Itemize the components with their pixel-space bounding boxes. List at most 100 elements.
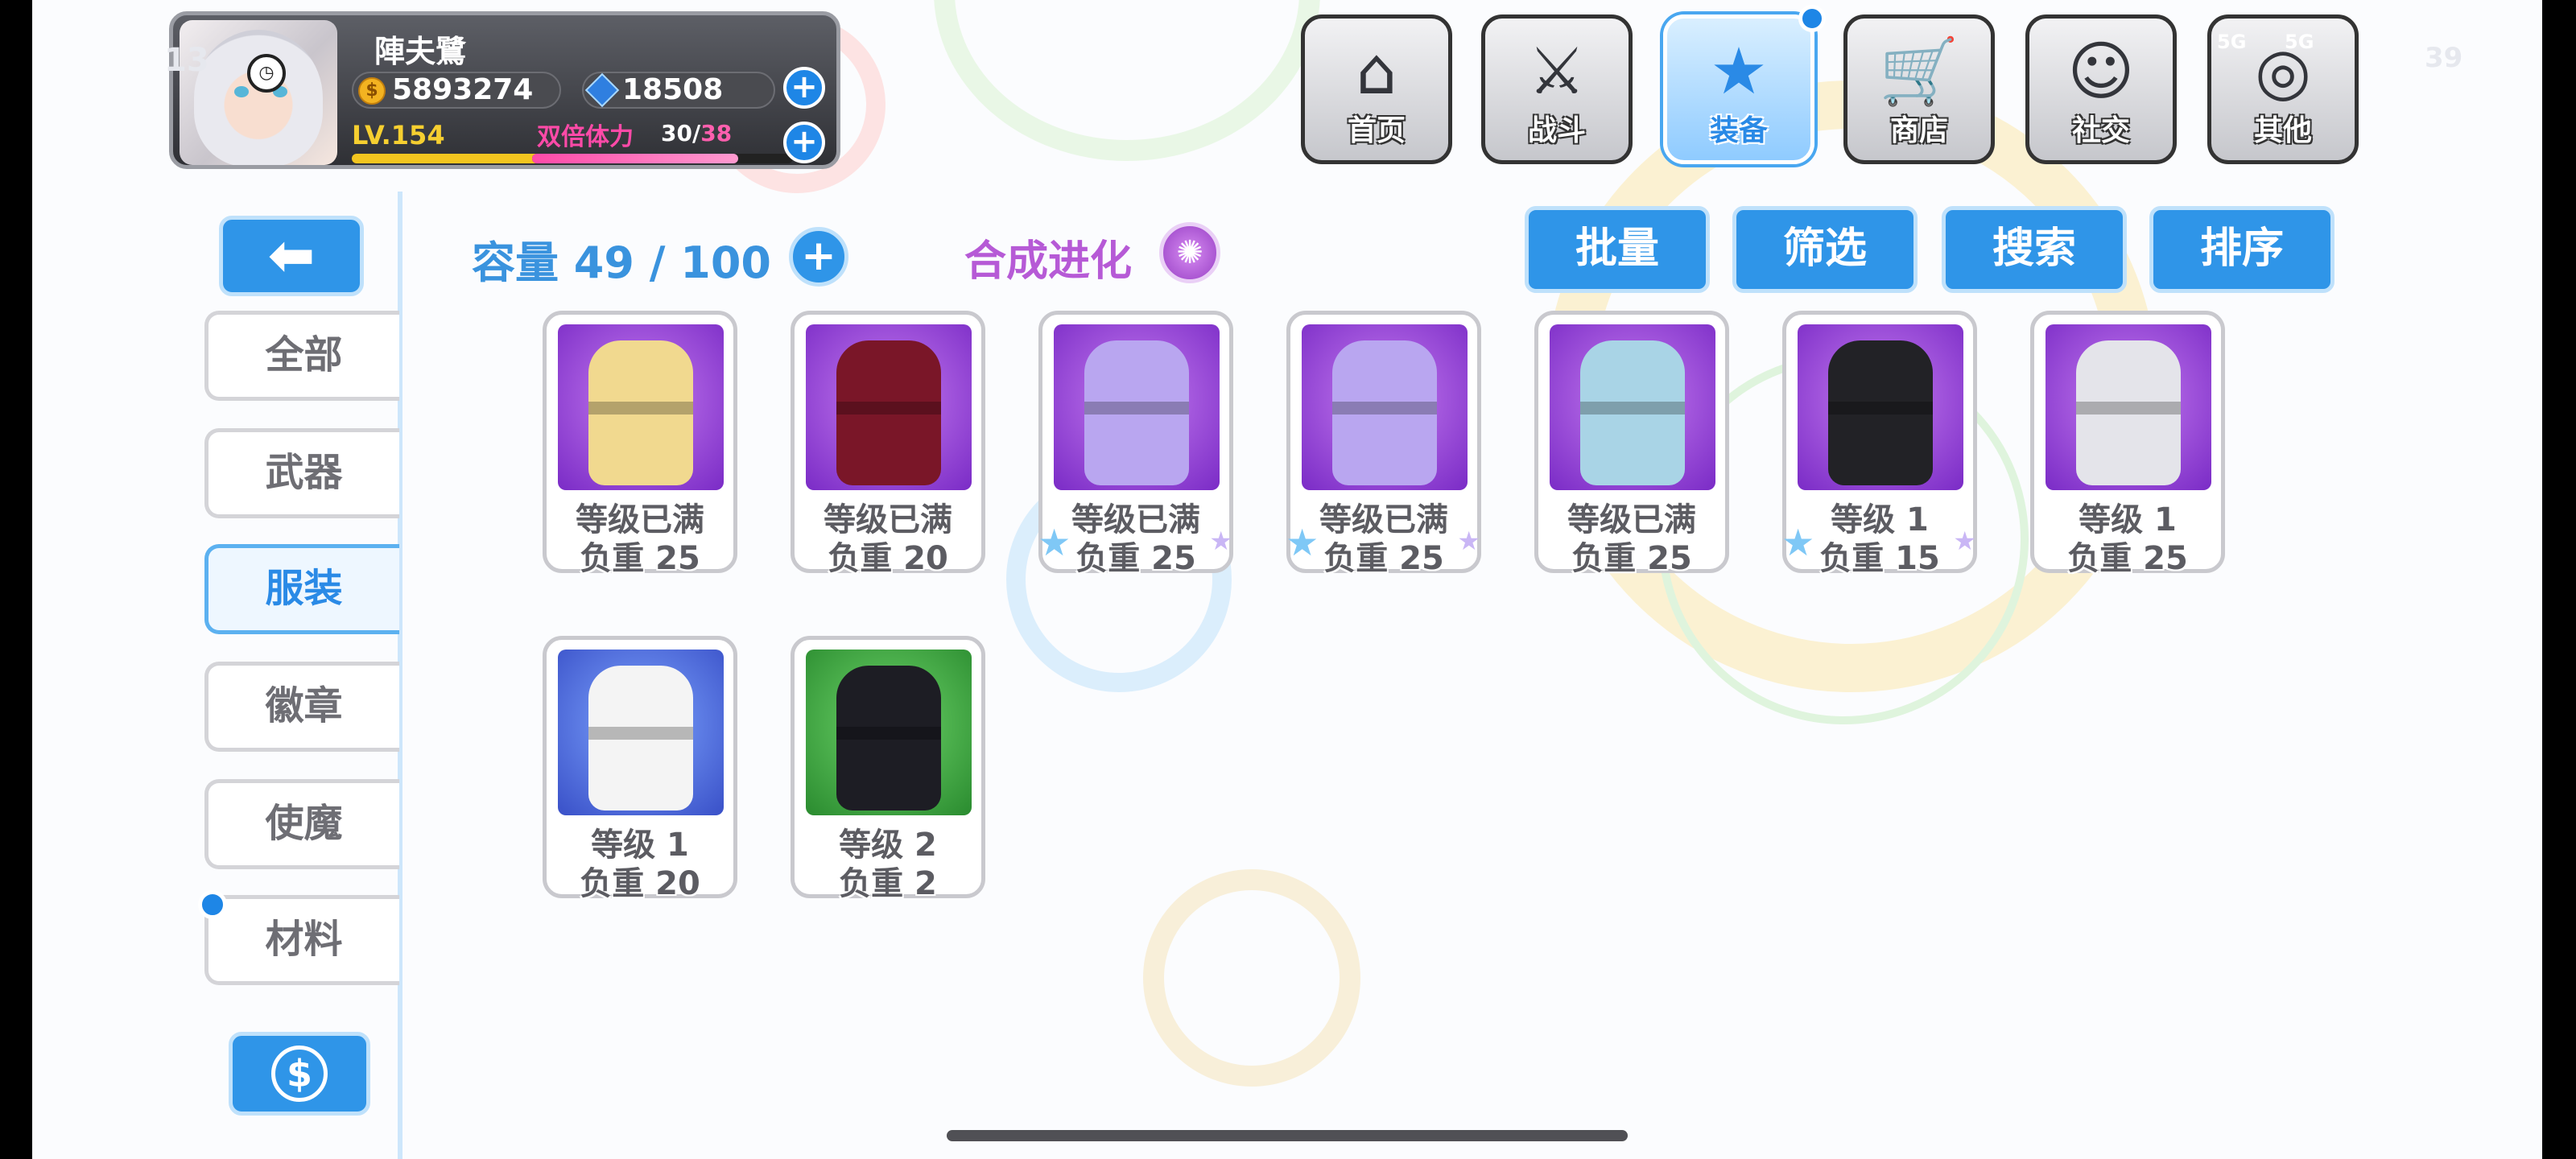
costume-item-card[interactable]: 等级 2 负重 2 bbox=[791, 636, 985, 902]
costume-belt-detail bbox=[1828, 402, 1933, 415]
capacity-label: 容量 49 / 100 bbox=[472, 237, 771, 288]
nav-tab-star-gun[interactable]: ★ 装备 bbox=[1663, 14, 1814, 164]
synthesis-evolution-button[interactable]: 合成进化 bbox=[964, 227, 1132, 287]
costume-thumbnail bbox=[1054, 324, 1220, 490]
search-button[interactable]: 搜索 bbox=[1942, 206, 2127, 293]
costume-thumbnail bbox=[1798, 324, 1963, 490]
bg-cross-ring bbox=[1143, 869, 1360, 1087]
swords-icon: ⚔ bbox=[1528, 34, 1586, 109]
ghost-social-icon: ☺ bbox=[2067, 34, 2135, 109]
equipment-notification-dot bbox=[1798, 5, 1826, 32]
costume-weight-text: 负重 20 bbox=[580, 865, 700, 902]
add-gem-button[interactable]: + bbox=[783, 67, 825, 109]
back-button[interactable]: ⬅ bbox=[219, 216, 364, 296]
star-gun-icon: ★ bbox=[1710, 34, 1768, 109]
costume-weight-text: 负重 15 bbox=[1819, 540, 1940, 577]
stamina-progress-bar bbox=[532, 154, 793, 163]
costume-thumbnail bbox=[558, 324, 724, 490]
costume-thumbnail bbox=[806, 324, 972, 490]
nav-tab-shop-basket[interactable]: 🛒 商店 bbox=[1843, 14, 1995, 164]
signal-label-1: 5G bbox=[2217, 31, 2247, 53]
double-stamina-label: 双倍体力 bbox=[537, 123, 634, 151]
nav-tab-label: 其他 bbox=[2253, 114, 2312, 147]
category-tab-1[interactable]: 武器 bbox=[204, 428, 399, 518]
filter-button[interactable]: 筛选 bbox=[1732, 206, 1918, 293]
nav-tab-label: 社交 bbox=[2071, 114, 2130, 147]
costume-belt-detail bbox=[836, 727, 941, 740]
nav-tab-label: 装备 bbox=[1709, 114, 1768, 147]
dollar-icon: $ bbox=[271, 1046, 328, 1102]
costume-thumbnail bbox=[2046, 324, 2211, 490]
category-tab-4[interactable]: 使魔 bbox=[204, 779, 399, 869]
sort-button[interactable]: 排序 bbox=[2149, 206, 2334, 293]
stamina-current: 30 bbox=[661, 120, 692, 146]
costume-item-card[interactable]: ★ ★ 等级 1 负重 15 bbox=[1781, 311, 1977, 577]
costume-item-card[interactable]: ★ ★ 等级已满 负重 25 bbox=[1038, 311, 1233, 577]
costume-item-card[interactable]: 等级已满 负重 20 bbox=[791, 311, 985, 577]
home-indicator[interactable] bbox=[947, 1130, 1628, 1141]
costume-belt-detail bbox=[2076, 402, 2181, 415]
gem-amount: 18508 bbox=[622, 73, 724, 106]
costume-thumbnail bbox=[1550, 324, 1715, 490]
screen-left-edge bbox=[0, 0, 32, 1159]
nav-tab-house[interactable]: ⌂ 首页 bbox=[1301, 14, 1452, 164]
costume-belt-detail bbox=[836, 402, 941, 415]
costume-weight-text: 负重 2 bbox=[839, 865, 937, 902]
shop-basket-icon: 🛒 bbox=[1879, 34, 1959, 109]
batch-button[interactable]: 批量 bbox=[1525, 206, 1710, 293]
time-fragment: 13 bbox=[164, 42, 209, 79]
nav-tab-label: 战斗 bbox=[1527, 114, 1586, 147]
expand-capacity-button[interactable]: + bbox=[789, 227, 848, 287]
nav-tab-label: 首页 bbox=[1347, 114, 1406, 147]
synthesis-swirl-icon[interactable]: ✺ bbox=[1159, 222, 1220, 283]
costume-item-card[interactable]: ★ ★ 等级已满 负重 25 bbox=[1286, 311, 1481, 577]
player-card[interactable]: ◷ 陣夫鷺 $ 5893274 18508 + LV.154 双倍体力 30/3… bbox=[169, 11, 840, 169]
costume-belt-detail bbox=[1084, 402, 1189, 415]
costume-item-card[interactable]: 等级已满 负重 25 bbox=[543, 311, 737, 577]
gem-icon bbox=[584, 72, 620, 108]
costume-item-card[interactable]: 等级 1 负重 25 bbox=[2030, 311, 2225, 577]
battery-level: 39 bbox=[2425, 42, 2463, 74]
nav-tab-swords[interactable]: ⚔ 战斗 bbox=[1481, 14, 1633, 164]
costume-thumbnail bbox=[1302, 324, 1468, 490]
category-tab-2[interactable]: 服装 bbox=[204, 544, 399, 634]
category-tab-3[interactable]: 徽章 bbox=[204, 662, 399, 752]
nav-tab-ghost-social[interactable]: ☺ 社交 bbox=[2025, 14, 2177, 164]
stamina-value: 30/38 bbox=[661, 120, 733, 146]
clock-icon: ◷ bbox=[247, 54, 286, 93]
avatar-eye-left bbox=[234, 86, 249, 97]
materials-notification-dot bbox=[198, 890, 227, 919]
screen-right-edge bbox=[2542, 0, 2576, 1159]
costume-weight-text: 负重 25 bbox=[580, 540, 700, 577]
costume-weight-text: 负重 25 bbox=[1323, 540, 1444, 577]
player-name: 陣夫鷺 bbox=[374, 34, 467, 69]
costume-weight-text: 负重 25 bbox=[1075, 540, 1196, 577]
bg-top-ring bbox=[934, 0, 1320, 161]
costume-thumbnail bbox=[806, 650, 972, 815]
house-icon: ⌂ bbox=[1356, 34, 1397, 109]
costume-belt-detail bbox=[1332, 402, 1437, 415]
costume-belt-detail bbox=[588, 727, 693, 740]
gold-coin-icon: $ bbox=[358, 77, 386, 105]
stamina-progress-fill bbox=[532, 154, 738, 163]
player-level: LV.154 bbox=[352, 120, 445, 151]
gem-counter: 18508 bbox=[582, 72, 775, 109]
nav-tab-label: 商店 bbox=[1889, 114, 1948, 147]
costume-thumbnail bbox=[558, 650, 724, 815]
costume-weight-text: 负重 20 bbox=[828, 540, 948, 577]
costume-weight-text: 负重 25 bbox=[2067, 540, 2188, 577]
costume-belt-detail bbox=[588, 402, 693, 415]
stamina-max: 38 bbox=[700, 120, 733, 146]
currency-shop-button[interactable]: $ bbox=[229, 1032, 370, 1116]
costume-weight-text: 负重 25 bbox=[1571, 540, 1692, 577]
costume-belt-detail bbox=[1580, 402, 1685, 415]
costume-item-card[interactable]: 等级 1 负重 20 bbox=[543, 636, 737, 902]
gold-counter: $ 5893274 bbox=[352, 72, 561, 109]
add-stamina-button[interactable]: + bbox=[783, 122, 825, 163]
category-tab-0[interactable]: 全部 bbox=[204, 311, 399, 401]
avatar-portrait bbox=[194, 30, 323, 165]
gold-amount: 5893274 bbox=[392, 73, 534, 106]
costume-item-card[interactable]: 等级已满 负重 25 bbox=[1534, 311, 1729, 577]
back-arrow-icon: ⬅ bbox=[267, 222, 316, 288]
category-tab-5[interactable]: 材料 bbox=[204, 895, 399, 985]
